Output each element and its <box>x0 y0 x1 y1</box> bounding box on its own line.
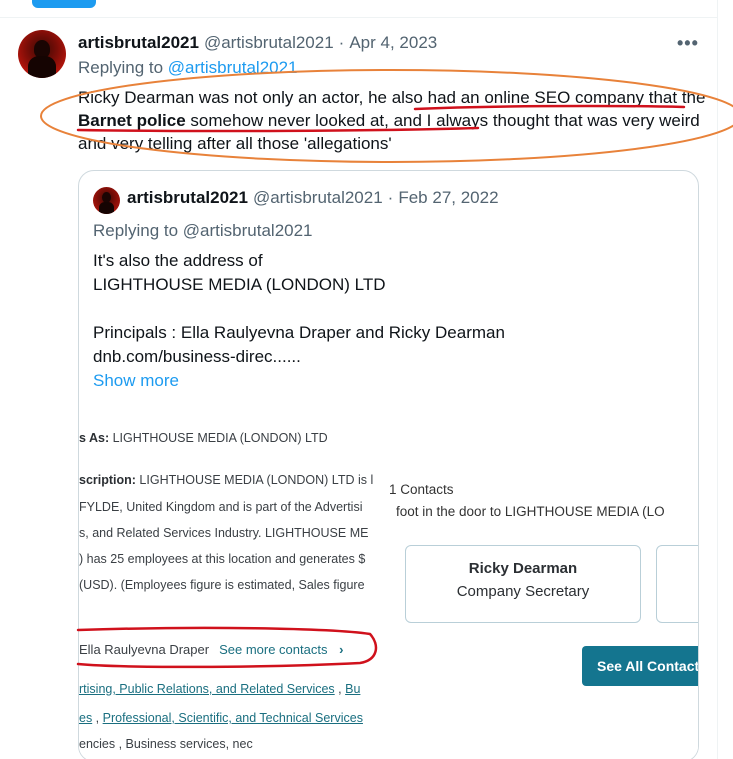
industry-link: es <box>79 711 93 725</box>
quoted-author-handle: @artisbrutal2021 <box>252 188 383 207</box>
follow-button-stub[interactable] <box>32 0 96 8</box>
see-all-contacts-button: See All Contact <box>582 646 698 686</box>
image-label: s As: <box>79 431 110 445</box>
image-line: (USD). (Employees figure is estimated, S… <box>79 578 365 592</box>
replying-prefix: Replying to <box>78 58 164 77</box>
image-label: scription: <box>79 473 136 487</box>
industry-links: es , Professional, Scientific, and Techn… <box>79 711 363 725</box>
image-line: scription: LIGHTHOUSE MEDIA (LONDON) LTD… <box>79 473 373 487</box>
image-line: FYLDE, United Kingdom and is part of the… <box>79 500 363 514</box>
image-line: ) has 25 employees at this location and … <box>79 552 366 566</box>
separator: · <box>338 33 345 52</box>
embedded-screenshot[interactable]: s As: LIGHTHOUSE MEDIA (LONDON) LTD scri… <box>79 406 698 759</box>
tweet-text-part: Ricky Dearman was not only an actor, he … <box>78 88 706 107</box>
contact-title: Company Secretary <box>456 583 590 600</box>
industry-link: rtising, Public Relations, and Related S… <box>79 682 335 696</box>
quoted-replying-to: Replying to @artisbrutal2021 <box>93 221 313 241</box>
previous-tweet-stub <box>0 0 733 20</box>
more-dots-icon[interactable]: ••• <box>677 33 699 54</box>
quoted-text: It's also the address of LIGHTHOUSE MEDI… <box>93 251 505 366</box>
image-line: s As: LIGHTHOUSE MEDIA (LONDON) LTD <box>79 431 328 445</box>
separator: , <box>92 711 103 725</box>
contacts-subtitle: foot in the door to LIGHTHOUSE MEDIA (LO <box>396 504 665 519</box>
tweet-date[interactable]: Apr 4, 2023 <box>349 33 437 53</box>
author-handle[interactable]: @artisbrutal2021 <box>204 33 334 53</box>
separator: , <box>334 682 346 696</box>
chevron-right-icon: › <box>339 642 344 657</box>
quoted-header: artisbrutal2021 @artisbrutal2021 · Feb 2… <box>127 188 499 208</box>
quoted-replying-handle: @artisbrutal2021 <box>182 221 313 240</box>
quoted-author-name: artisbrutal2021 <box>127 188 248 207</box>
quoted-avatar <box>93 187 120 214</box>
quoted-replying-prefix: Replying to <box>93 221 179 240</box>
contact-card <box>656 545 698 623</box>
see-more-contacts: See more contacts <box>219 642 328 657</box>
image-value: LIGHTHOUSE MEDIA (LONDON) LTD is l <box>135 473 374 487</box>
contacts-title: 1 Contacts <box>389 482 454 497</box>
ella-name: Ella Raulyevna Draper <box>79 642 210 657</box>
tweet-text-bold: Barnet police <box>78 111 186 130</box>
replying-to: Replying to @artisbrutal2021 <box>78 58 298 78</box>
quoted-tweet[interactable]: artisbrutal2021 @artisbrutal2021 · Feb 2… <box>78 170 699 759</box>
industry-link: Professional, Scientific, and Technical … <box>102 711 363 725</box>
contact-row: Ella Raulyevna Draper See more contacts › <box>79 642 343 657</box>
replying-handle-link[interactable]: @artisbrutal2021 <box>168 58 298 77</box>
contact-card: Ricky Dearman Company Secretary <box>405 545 641 623</box>
industry-link: Bu <box>345 682 361 696</box>
avatar[interactable] <box>18 30 66 78</box>
industry-links: rtising, Public Relations, and Related S… <box>79 682 360 696</box>
contact-name: Ricky Dearman <box>468 560 578 577</box>
image-value: LIGHTHOUSE MEDIA (LONDON) LTD <box>109 431 328 445</box>
scrollbar[interactable] <box>717 0 733 759</box>
author-name[interactable]: artisbrutal2021 <box>78 33 199 53</box>
tweet-header: artisbrutal2021 @artisbrutal2021 · Apr 4… <box>78 33 437 55</box>
tweet-text: Ricky Dearman was not only an actor, he … <box>78 86 708 155</box>
image-line: encies , Business services, nec <box>79 737 253 751</box>
contacts-panel: 1 Contacts foot in the door to LIGHTHOUS… <box>389 466 698 759</box>
separator: · <box>387 188 394 207</box>
show-more-link[interactable]: Show more <box>93 371 179 391</box>
quoted-date: Feb 27, 2022 <box>398 188 499 207</box>
image-line: s, and Related Services Industry. LIGHTH… <box>79 526 369 540</box>
divider <box>0 17 733 18</box>
